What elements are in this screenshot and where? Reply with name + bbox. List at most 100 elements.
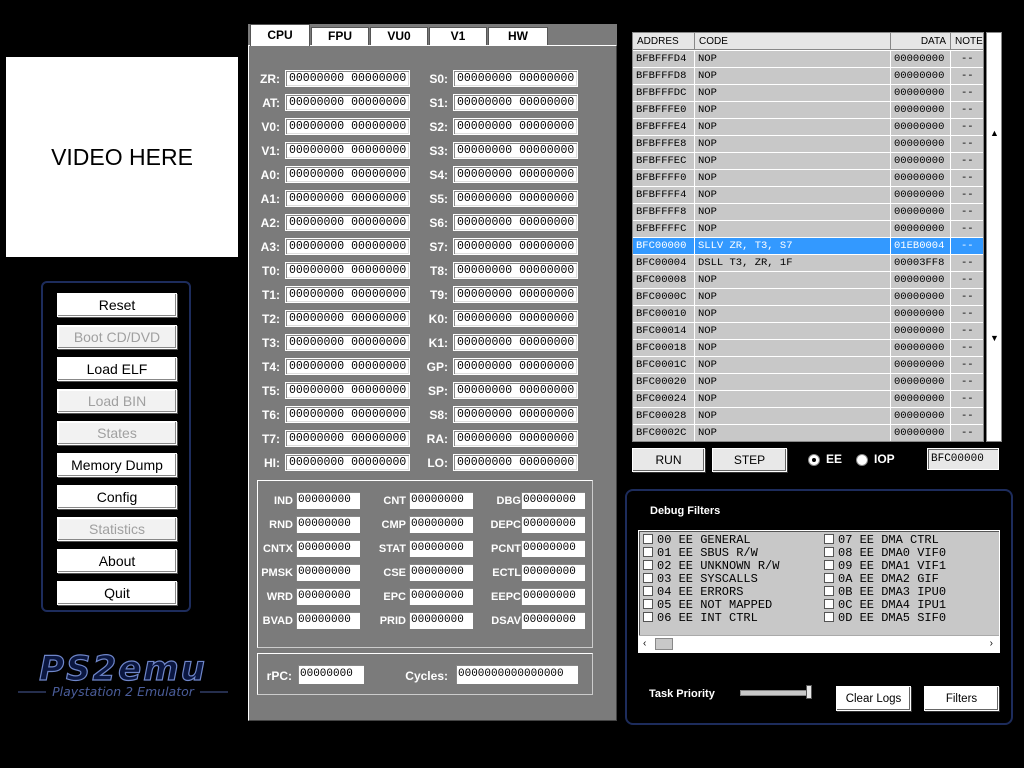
register-value: 00000000 00000000 xyxy=(453,190,578,207)
disassembly-row[interactable]: BFC0001C NOP 00000000 -- xyxy=(633,357,983,374)
disassembly-row[interactable]: BFC00018 NOP 00000000 -- xyxy=(633,340,983,357)
filter-checkbox[interactable] xyxy=(643,547,653,557)
disassembly-row[interactable]: BFBFFFDC NOP 00000000 -- xyxy=(633,85,983,102)
tab-v1[interactable]: V1 xyxy=(429,27,487,45)
register-label: S5: xyxy=(429,192,448,206)
load-bin-button[interactable]: Load BIN xyxy=(57,389,177,413)
filter-label: 07 EE DMA CTRL xyxy=(838,533,939,547)
filter-checkbox[interactable] xyxy=(824,547,834,557)
cell-data: 00000000 xyxy=(891,340,951,357)
cop0-value: 00000000 xyxy=(296,588,360,605)
disassembly-table[interactable]: ADDRES CODE DATA NOTE BFBFFFD4 NOP 0000000… xyxy=(632,32,984,442)
disassembly-row[interactable]: BFBFFFF8 NOP 00000000 -- xyxy=(633,204,983,221)
config-button[interactable]: Config xyxy=(57,485,177,509)
disassembly-row[interactable]: BFBFFFD8 NOP 00000000 -- xyxy=(633,68,983,85)
disassembly-row[interactable]: BFC00024 NOP 00000000 -- xyxy=(633,391,983,408)
about-button[interactable]: About xyxy=(57,549,177,573)
cell-code: NOP xyxy=(695,357,891,374)
boot-cd-button[interactable]: Boot CD/DVD xyxy=(57,325,177,349)
scroll-up-icon[interactable]: ▲ xyxy=(990,128,999,138)
register-value: 00000000 00000000 xyxy=(285,382,410,399)
cop0-value: 00000000 xyxy=(296,540,360,557)
cop0-value: 00000000 xyxy=(296,516,360,533)
disassembly-row[interactable]: BFBFFFE0 NOP 00000000 -- xyxy=(633,102,983,119)
filter-checkbox[interactable] xyxy=(824,612,834,622)
disassembly-row[interactable]: BFC00000 SLLV ZR, T3, S7 01EB0004 -- xyxy=(633,238,983,255)
ee-radio[interactable] xyxy=(808,454,820,466)
disassembly-row[interactable]: BFC00014 NOP 00000000 -- xyxy=(633,323,983,340)
register-label: S4: xyxy=(429,168,448,182)
cell-data: 00000000 xyxy=(891,357,951,374)
register-label: GP: xyxy=(426,360,448,374)
pc-address-field[interactable]: BFC00000 xyxy=(927,448,999,470)
filter-horizontal-scrollbar[interactable]: ‹ › xyxy=(639,635,999,652)
tab-fpu[interactable]: FPU xyxy=(311,27,369,45)
register-value: 00000000 00000000 xyxy=(453,406,578,423)
cell-note: -- xyxy=(951,119,983,136)
debug-filter-list[interactable]: 00 EE GENERAL 01 EE SBUS R/W 02 EE UNKNOWN… xyxy=(638,530,1000,653)
filter-label: 04 EE ERRORS xyxy=(657,585,744,599)
disassembly-row[interactable]: BFC00004 DSLL T3, ZR, 1F 00003FF8 -- xyxy=(633,255,983,272)
disassembly-row[interactable]: BFBFFFE8 NOP 00000000 -- xyxy=(633,136,983,153)
filters-button[interactable]: Filters xyxy=(924,686,999,711)
disassembly-row[interactable]: BFBFFFEC NOP 00000000 -- xyxy=(633,153,983,170)
cell-addr: BFBFFFD8 xyxy=(633,68,695,85)
filter-checkbox[interactable] xyxy=(643,612,653,622)
filter-checkbox[interactable] xyxy=(824,599,834,609)
step-button[interactable]: STEP xyxy=(712,448,787,472)
register-label: LO: xyxy=(427,456,448,470)
disassembly-scrollbar[interactable]: ▲ ▼ xyxy=(986,32,1002,442)
filter-checkbox[interactable] xyxy=(643,599,653,609)
disassembly-row[interactable]: BFBFFFD4 NOP 00000000 -- xyxy=(633,51,983,68)
memory-dump-button[interactable]: Memory Dump xyxy=(57,453,177,477)
task-priority-slider[interactable] xyxy=(740,690,812,696)
disassembly-row[interactable]: BFBFFFFC NOP 00000000 -- xyxy=(633,221,983,238)
tab-vu0[interactable]: VU0 xyxy=(370,27,428,45)
filter-checkbox[interactable] xyxy=(643,586,653,596)
task-priority-slider-thumb[interactable] xyxy=(806,685,812,699)
disassembly-row[interactable]: BFC00008 NOP 00000000 -- xyxy=(633,272,983,289)
cell-note: -- xyxy=(951,136,983,153)
iop-radio[interactable] xyxy=(856,454,868,466)
scroll-right-icon[interactable]: › xyxy=(990,638,993,649)
disassembly-row[interactable]: BFC00010 NOP 00000000 -- xyxy=(633,306,983,323)
reset-button[interactable]: Reset xyxy=(57,293,177,317)
register-label: T1: xyxy=(262,288,280,302)
filter-label: 09 EE DMA1 VIF1 xyxy=(838,559,947,573)
cell-data: 00000000 xyxy=(891,153,951,170)
run-button[interactable]: RUN xyxy=(632,448,705,472)
filter-checkbox[interactable] xyxy=(824,573,834,583)
disassembly-row[interactable]: BFC0000C NOP 00000000 -- xyxy=(633,289,983,306)
quit-button[interactable]: Quit xyxy=(57,581,177,605)
disassembly-row[interactable]: BFBFFFF0 NOP 00000000 -- xyxy=(633,170,983,187)
disassembly-row[interactable]: BFC00028 NOP 00000000 -- xyxy=(633,408,983,425)
filter-checkbox[interactable] xyxy=(643,534,653,544)
tab-cpu[interactable]: CPU xyxy=(250,24,310,46)
filter-item[interactable]: 06 EE INT CTRL xyxy=(643,612,758,625)
filter-checkbox[interactable] xyxy=(824,534,834,544)
scroll-thumb[interactable] xyxy=(655,638,673,650)
filter-checkbox[interactable] xyxy=(643,573,653,583)
states-button[interactable]: States xyxy=(57,421,177,445)
filter-checkbox[interactable] xyxy=(824,560,834,570)
scroll-left-icon[interactable]: ‹ xyxy=(643,638,646,649)
scroll-down-icon[interactable]: ▼ xyxy=(990,333,999,343)
register-value: 00000000 00000000 xyxy=(453,142,578,159)
disassembly-row[interactable]: BFBFFFF4 NOP 00000000 -- xyxy=(633,187,983,204)
disassembly-row[interactable]: BFBFFFE4 NOP 00000000 -- xyxy=(633,119,983,136)
cop0-value: 00000000 xyxy=(409,564,473,581)
filter-item[interactable]: 0D EE DMA5 SIF0 xyxy=(824,612,946,625)
clear-logs-button[interactable]: Clear Logs xyxy=(836,686,911,711)
filter-checkbox[interactable] xyxy=(643,560,653,570)
register-value: 00000000 00000000 xyxy=(285,94,410,111)
cell-note: -- xyxy=(951,391,983,408)
statistics-button[interactable]: Statistics xyxy=(57,517,177,541)
disassembly-row[interactable]: BFC0002C NOP 00000000 -- xyxy=(633,425,983,441)
cell-note: -- xyxy=(951,289,983,306)
load-elf-button[interactable]: Load ELF xyxy=(57,357,177,381)
column-data: DATA xyxy=(891,33,951,50)
register-value: 00000000 00000000 xyxy=(453,70,578,87)
disassembly-row[interactable]: BFC00020 NOP 00000000 -- xyxy=(633,374,983,391)
tab-hw[interactable]: HW xyxy=(488,27,548,45)
filter-checkbox[interactable] xyxy=(824,586,834,596)
